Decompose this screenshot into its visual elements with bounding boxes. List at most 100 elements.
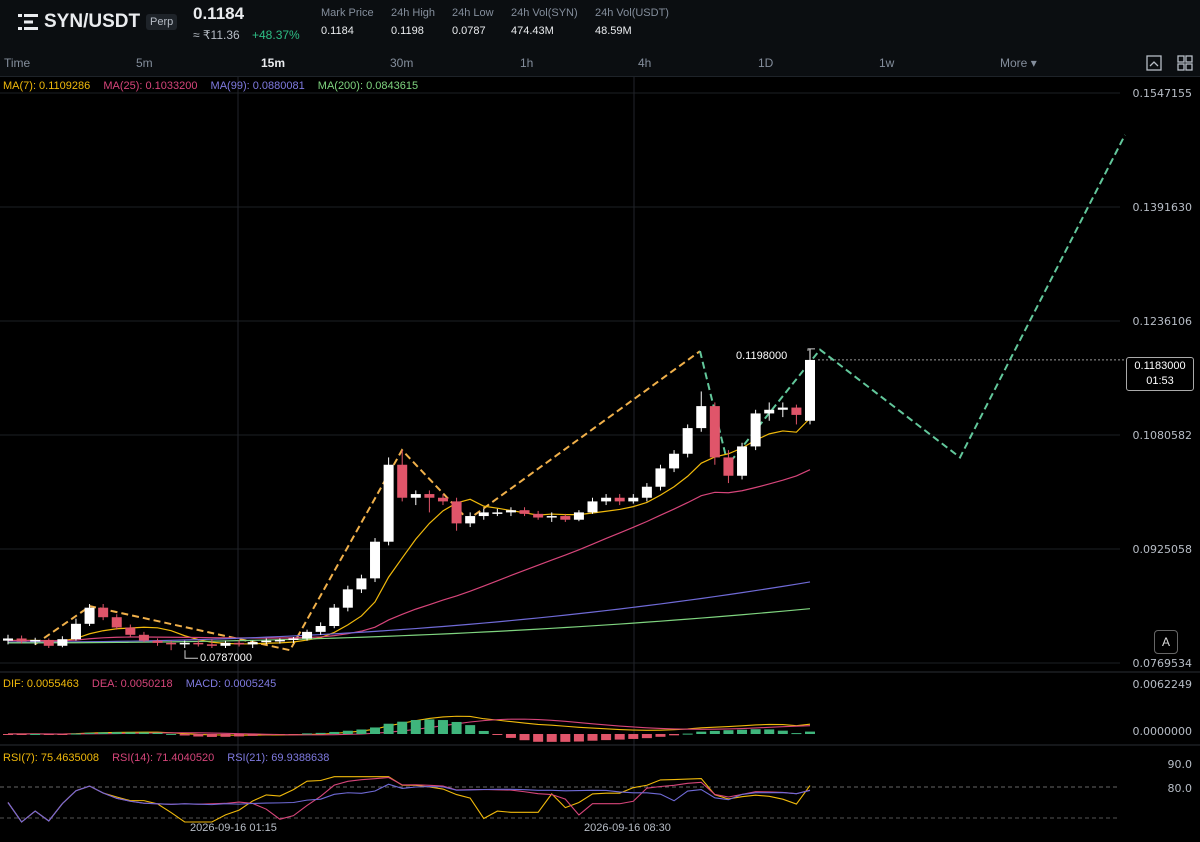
macd-histogram-bar — [274, 734, 285, 735]
orange-zigzag-drawing — [34, 350, 701, 652]
macd-histogram-bar — [125, 732, 136, 734]
candle-body — [220, 642, 231, 646]
macd-histogram-bar — [84, 732, 95, 734]
chart-settings-icon[interactable] — [1145, 54, 1163, 72]
tab-1h[interactable]: 1h — [520, 56, 533, 70]
candle-body — [370, 541, 381, 579]
macd-histogram-bar — [682, 733, 693, 735]
candle-body — [546, 516, 557, 518]
macd-histogram-bar — [750, 729, 761, 734]
candle-body — [723, 457, 734, 476]
candle-body — [655, 468, 666, 487]
stat-label: 24h Vol(SYN) — [511, 7, 578, 19]
low-annotation: 0.0787000 — [200, 652, 252, 664]
macd-histogram-bar — [166, 733, 177, 735]
candle-body — [206, 644, 217, 646]
rsi7-legend: RSI(7): 75.4635008 — [3, 752, 100, 764]
candle-body — [451, 501, 462, 524]
contract-type-badge: Perp — [146, 14, 178, 30]
ma7-legend: MA(7): 0.1109286 — [3, 80, 91, 92]
candle-body — [397, 464, 408, 498]
candle-body — [84, 607, 95, 624]
candle-body — [628, 497, 639, 502]
macd-histogram-bar — [777, 730, 788, 734]
stat-value: 474.43M — [511, 25, 554, 37]
macd-value-legend: MACD: 0.0005245 — [185, 678, 277, 690]
tab-more[interactable]: More ▾ — [1000, 56, 1037, 70]
current-price-tag: 0.1183000 01:53 — [1126, 357, 1194, 391]
tab-1d[interactable]: 1D — [758, 56, 773, 70]
stat-value: 0.0787 — [452, 25, 486, 37]
indicator-grid-icon[interactable] — [1176, 54, 1194, 72]
ma200-legend: MA(200): 0.0843615 — [317, 80, 419, 92]
macd-axis-label: 0.0000000 — [1132, 725, 1193, 738]
macd-histogram-bar — [342, 730, 353, 734]
macd-histogram-bar — [356, 729, 367, 734]
drawing-lines — [34, 134, 1126, 659]
macd-histogram-bar — [478, 730, 489, 734]
high-annotation: 0.1198000 — [736, 350, 788, 362]
macd-histogram-bar — [465, 725, 476, 734]
tab-1w[interactable]: 1w — [879, 56, 894, 70]
caret-down-icon: ▾ — [1030, 56, 1037, 70]
macd-pane — [3, 715, 815, 742]
high-24h-stat: 24h High 0.1198 — [391, 7, 435, 37]
low-annotation-leader — [184, 650, 198, 659]
candle-body — [342, 589, 353, 608]
rsi-legend: RSI(7): 75.4635008 RSI(14): 71.4040520 R… — [3, 752, 339, 764]
stat-value: 48.59M — [595, 25, 632, 37]
rsi-axis-label: 90.0 — [1167, 758, 1193, 771]
macd-histogram-bar — [437, 720, 448, 734]
macd-histogram-bar — [723, 730, 734, 734]
low-24h-stat: 24h Low 0.0787 — [452, 7, 494, 37]
candle-body — [179, 642, 190, 645]
macd-histogram-bar — [57, 734, 68, 735]
macd-histogram-bar — [383, 723, 394, 734]
candle-body — [70, 623, 81, 640]
tab-4h[interactable]: 4h — [638, 56, 651, 70]
chart-grid — [0, 77, 1200, 822]
macd-histogram-bar — [410, 720, 421, 734]
tab-30m[interactable]: 30m — [390, 56, 413, 70]
candle-body — [166, 642, 177, 645]
pair-symbol[interactable]: SYN/USDT — [44, 11, 140, 33]
macd-histogram-bar — [601, 734, 612, 741]
price-axis-label: 0.0769534 — [1132, 657, 1193, 670]
tab-time[interactable]: Time — [4, 56, 30, 70]
ma25-legend: MA(25): 0.1033200 — [103, 80, 198, 92]
macd-histogram-bar — [234, 734, 245, 737]
candle-body — [669, 453, 680, 469]
price-chart[interactable] — [0, 77, 1200, 842]
stat-label: Mark Price — [321, 7, 374, 19]
candle-body — [777, 407, 788, 410]
macd-histogram-bar — [696, 731, 707, 734]
candle-body — [465, 516, 476, 524]
macd-histogram-bar — [397, 721, 408, 734]
macd-histogram-bar — [764, 729, 775, 734]
tab-15m[interactable]: 15m — [261, 56, 285, 70]
candle-countdown: 01:53 — [1146, 375, 1174, 387]
tab-5m[interactable]: 5m — [136, 56, 153, 70]
candle-body — [682, 428, 693, 454]
rsi-pane — [7, 776, 811, 823]
time-axis-label: 2026-09-16 08:30 — [584, 822, 671, 834]
macd-histogram-bar — [370, 727, 381, 734]
auto-scale-button[interactable]: A — [1154, 630, 1178, 654]
candle-body — [573, 512, 584, 520]
macd-histogram-bar — [43, 734, 54, 735]
candle-body — [492, 512, 503, 514]
candle-body — [274, 639, 285, 642]
candle-body — [614, 497, 625, 502]
candle-body — [261, 640, 272, 643]
macd-histogram-bar — [70, 733, 81, 735]
macd-histogram-bar — [519, 734, 530, 741]
timeframe-toolbar: Time 5m 15m 30m 1h 4h 1D 1w More ▾ — [0, 50, 1200, 77]
macd-histogram-bar — [302, 733, 313, 735]
stat-label: 24h Vol(USDT) — [595, 7, 669, 19]
candle-body — [505, 510, 516, 513]
candle-body — [111, 617, 122, 628]
macd-histogram-bar — [655, 734, 666, 737]
candle-body — [560, 516, 571, 520]
macd-histogram-bar — [492, 734, 503, 735]
menu-icon[interactable] — [18, 13, 38, 31]
